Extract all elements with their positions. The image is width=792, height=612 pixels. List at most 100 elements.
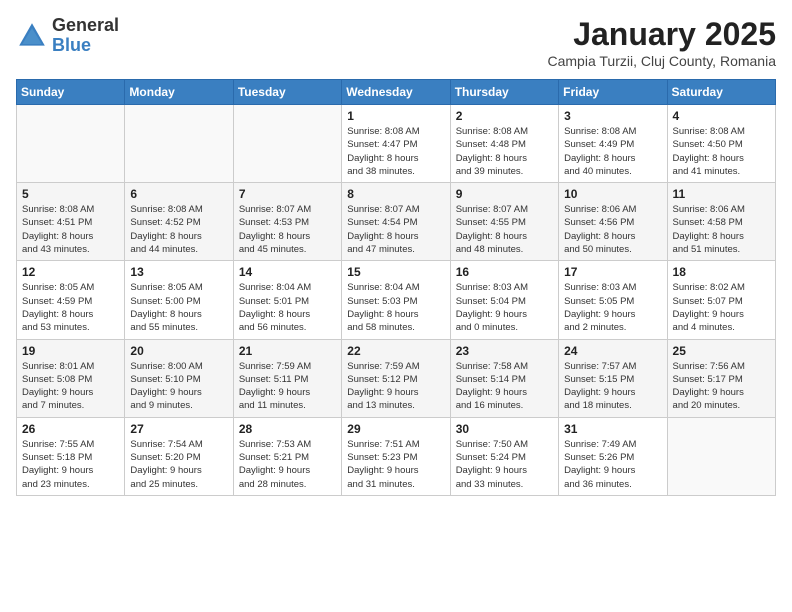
day-number: 22 bbox=[347, 344, 444, 358]
calendar-cell: 1 Sunrise: 8:08 AM Sunset: 4:47 PM Daylig… bbox=[342, 105, 450, 183]
day-info: Sunrise: 8:08 AM Sunset: 4:49 PM Dayligh… bbox=[564, 125, 661, 178]
day-info: Sunrise: 8:02 AM Sunset: 5:07 PM Dayligh… bbox=[673, 281, 770, 334]
calendar-cell bbox=[233, 105, 341, 183]
day-number: 7 bbox=[239, 187, 336, 201]
day-number: 17 bbox=[564, 265, 661, 279]
day-info: Sunrise: 8:06 AM Sunset: 4:56 PM Dayligh… bbox=[564, 203, 661, 256]
day-number: 20 bbox=[130, 344, 227, 358]
day-number: 27 bbox=[130, 422, 227, 436]
day-number: 25 bbox=[673, 344, 770, 358]
day-number: 31 bbox=[564, 422, 661, 436]
calendar-cell: 25Sunrise: 7:56 AM Sunset: 5:17 PM Dayli… bbox=[667, 339, 775, 417]
day-number: 12 bbox=[22, 265, 119, 279]
day-number: 16 bbox=[456, 265, 553, 279]
day-number: 28 bbox=[239, 422, 336, 436]
day-number: 18 bbox=[673, 265, 770, 279]
day-info: Sunrise: 8:00 AM Sunset: 5:10 PM Dayligh… bbox=[130, 360, 227, 413]
day-info: Sunrise: 8:05 AM Sunset: 4:59 PM Dayligh… bbox=[22, 281, 119, 334]
weekday-header-sunday: Sunday bbox=[17, 80, 125, 105]
calendar-cell: 8Sunrise: 8:07 AM Sunset: 4:54 PM Daylig… bbox=[342, 183, 450, 261]
weekday-header-monday: Monday bbox=[125, 80, 233, 105]
day-number: 11 bbox=[673, 187, 770, 201]
day-info: Sunrise: 7:59 AM Sunset: 5:12 PM Dayligh… bbox=[347, 360, 444, 413]
calendar-cell: 2Sunrise: 8:08 AM Sunset: 4:48 PM Daylig… bbox=[450, 105, 558, 183]
day-number: 19 bbox=[22, 344, 119, 358]
day-info: Sunrise: 8:04 AM Sunset: 5:01 PM Dayligh… bbox=[239, 281, 336, 334]
calendar-week-4: 19 Sunrise: 8:01 AM Sunset: 5:08 PM Dayli… bbox=[17, 339, 776, 417]
calendar-week-1: 1 Sunrise: 8:08 AM Sunset: 4:47 PM Daylig… bbox=[17, 105, 776, 183]
day-info: Sunrise: 8:08 AM Sunset: 4:47 PM Dayligh… bbox=[347, 125, 444, 178]
day-info: Sunrise: 7:54 AM Sunset: 5:20 PM Dayligh… bbox=[130, 438, 227, 491]
calendar-cell: 6 Sunrise: 8:08 AM Sunset: 4:52 PM Daylig… bbox=[125, 183, 233, 261]
day-info: Sunrise: 7:53 AM Sunset: 5:21 PM Dayligh… bbox=[239, 438, 336, 491]
day-number: 5 bbox=[22, 187, 119, 201]
calendar-cell: 26Sunrise: 7:55 AM Sunset: 5:18 PM Dayli… bbox=[17, 417, 125, 495]
day-info: Sunrise: 7:49 AM Sunset: 5:26 PM Dayligh… bbox=[564, 438, 661, 491]
calendar-table: SundayMondayTuesdayWednesdayThursdayFrid… bbox=[16, 79, 776, 496]
calendar-cell: 14 Sunrise: 8:04 AM Sunset: 5:01 PM Dayli… bbox=[233, 261, 341, 339]
day-info: Sunrise: 7:58 AM Sunset: 5:14 PM Dayligh… bbox=[456, 360, 553, 413]
calendar-cell: 16 Sunrise: 8:03 AM Sunset: 5:04 PM Dayli… bbox=[450, 261, 558, 339]
day-info: Sunrise: 7:51 AM Sunset: 5:23 PM Dayligh… bbox=[347, 438, 444, 491]
day-info: Sunrise: 8:08 AM Sunset: 4:52 PM Dayligh… bbox=[130, 203, 227, 256]
day-info: Sunrise: 8:07 AM Sunset: 4:53 PM Dayligh… bbox=[239, 203, 336, 256]
calendar-cell: 9Sunrise: 8:07 AM Sunset: 4:55 PM Daylig… bbox=[450, 183, 558, 261]
logo-general: General bbox=[52, 16, 119, 36]
day-info: Sunrise: 8:03 AM Sunset: 5:04 PM Dayligh… bbox=[456, 281, 553, 334]
calendar-cell: 19 Sunrise: 8:01 AM Sunset: 5:08 PM Dayli… bbox=[17, 339, 125, 417]
calendar-cell bbox=[667, 417, 775, 495]
day-number: 1 bbox=[347, 109, 444, 123]
calendar-cell: 4Sunrise: 8:08 AM Sunset: 4:50 PM Daylig… bbox=[667, 105, 775, 183]
location-title: Campia Turzii, Cluj County, Romania bbox=[548, 53, 777, 69]
day-number: 6 bbox=[130, 187, 227, 201]
day-info: Sunrise: 8:04 AM Sunset: 5:03 PM Dayligh… bbox=[347, 281, 444, 334]
month-title: January 2025 bbox=[548, 16, 777, 53]
weekday-header-wednesday: Wednesday bbox=[342, 80, 450, 105]
calendar-cell: 27 Sunrise: 7:54 AM Sunset: 5:20 PM Dayli… bbox=[125, 417, 233, 495]
day-info: Sunrise: 8:05 AM Sunset: 5:00 PM Dayligh… bbox=[130, 281, 227, 334]
calendar-cell: 22 Sunrise: 7:59 AM Sunset: 5:12 PM Dayli… bbox=[342, 339, 450, 417]
day-number: 2 bbox=[456, 109, 553, 123]
calendar-cell: 21Sunrise: 7:59 AM Sunset: 5:11 PM Dayli… bbox=[233, 339, 341, 417]
calendar-cell: 17 Sunrise: 8:03 AM Sunset: 5:05 PM Dayli… bbox=[559, 261, 667, 339]
day-info: Sunrise: 8:01 AM Sunset: 5:08 PM Dayligh… bbox=[22, 360, 119, 413]
day-info: Sunrise: 7:59 AM Sunset: 5:11 PM Dayligh… bbox=[239, 360, 336, 413]
day-info: Sunrise: 8:08 AM Sunset: 4:51 PM Dayligh… bbox=[22, 203, 119, 256]
calendar-cell: 30Sunrise: 7:50 AM Sunset: 5:24 PM Dayli… bbox=[450, 417, 558, 495]
day-number: 3 bbox=[564, 109, 661, 123]
calendar-cell: 3 Sunrise: 8:08 AM Sunset: 4:49 PM Daylig… bbox=[559, 105, 667, 183]
calendar-cell: 20 Sunrise: 8:00 AM Sunset: 5:10 PM Dayli… bbox=[125, 339, 233, 417]
calendar-cell: 29Sunrise: 7:51 AM Sunset: 5:23 PM Dayli… bbox=[342, 417, 450, 495]
day-number: 30 bbox=[456, 422, 553, 436]
logo-icon bbox=[16, 20, 48, 52]
calendar-cell: 11 Sunrise: 8:06 AM Sunset: 4:58 PM Dayli… bbox=[667, 183, 775, 261]
day-info: Sunrise: 7:57 AM Sunset: 5:15 PM Dayligh… bbox=[564, 360, 661, 413]
calendar-cell bbox=[125, 105, 233, 183]
calendar-cell: 5 Sunrise: 8:08 AM Sunset: 4:51 PM Daylig… bbox=[17, 183, 125, 261]
calendar-cell: 10 Sunrise: 8:06 AM Sunset: 4:56 PM Dayli… bbox=[559, 183, 667, 261]
calendar-week-3: 12 Sunrise: 8:05 AM Sunset: 4:59 PM Dayli… bbox=[17, 261, 776, 339]
day-info: Sunrise: 8:07 AM Sunset: 4:55 PM Dayligh… bbox=[456, 203, 553, 256]
day-info: Sunrise: 8:03 AM Sunset: 5:05 PM Dayligh… bbox=[564, 281, 661, 334]
day-info: Sunrise: 8:07 AM Sunset: 4:54 PM Dayligh… bbox=[347, 203, 444, 256]
logo: General Blue bbox=[16, 16, 119, 56]
day-info: Sunrise: 8:08 AM Sunset: 4:50 PM Dayligh… bbox=[673, 125, 770, 178]
weekday-header-row: SundayMondayTuesdayWednesdayThursdayFrid… bbox=[17, 80, 776, 105]
day-number: 14 bbox=[239, 265, 336, 279]
calendar-cell: 24 Sunrise: 7:57 AM Sunset: 5:15 PM Dayli… bbox=[559, 339, 667, 417]
day-number: 10 bbox=[564, 187, 661, 201]
calendar-cell bbox=[17, 105, 125, 183]
title-block: January 2025 Campia Turzii, Cluj County,… bbox=[548, 16, 777, 69]
calendar-cell: 31 Sunrise: 7:49 AM Sunset: 5:26 PM Dayli… bbox=[559, 417, 667, 495]
weekday-header-thursday: Thursday bbox=[450, 80, 558, 105]
page-header: General Blue January 2025 Campia Turzii,… bbox=[16, 16, 776, 69]
calendar-week-5: 26Sunrise: 7:55 AM Sunset: 5:18 PM Dayli… bbox=[17, 417, 776, 495]
logo-blue: Blue bbox=[52, 36, 119, 56]
calendar-cell: 28 Sunrise: 7:53 AM Sunset: 5:21 PM Dayli… bbox=[233, 417, 341, 495]
day-number: 26 bbox=[22, 422, 119, 436]
day-info: Sunrise: 8:06 AM Sunset: 4:58 PM Dayligh… bbox=[673, 203, 770, 256]
weekday-header-friday: Friday bbox=[559, 80, 667, 105]
calendar-cell: 13 Sunrise: 8:05 AM Sunset: 5:00 PM Dayli… bbox=[125, 261, 233, 339]
day-number: 24 bbox=[564, 344, 661, 358]
day-number: 13 bbox=[130, 265, 227, 279]
